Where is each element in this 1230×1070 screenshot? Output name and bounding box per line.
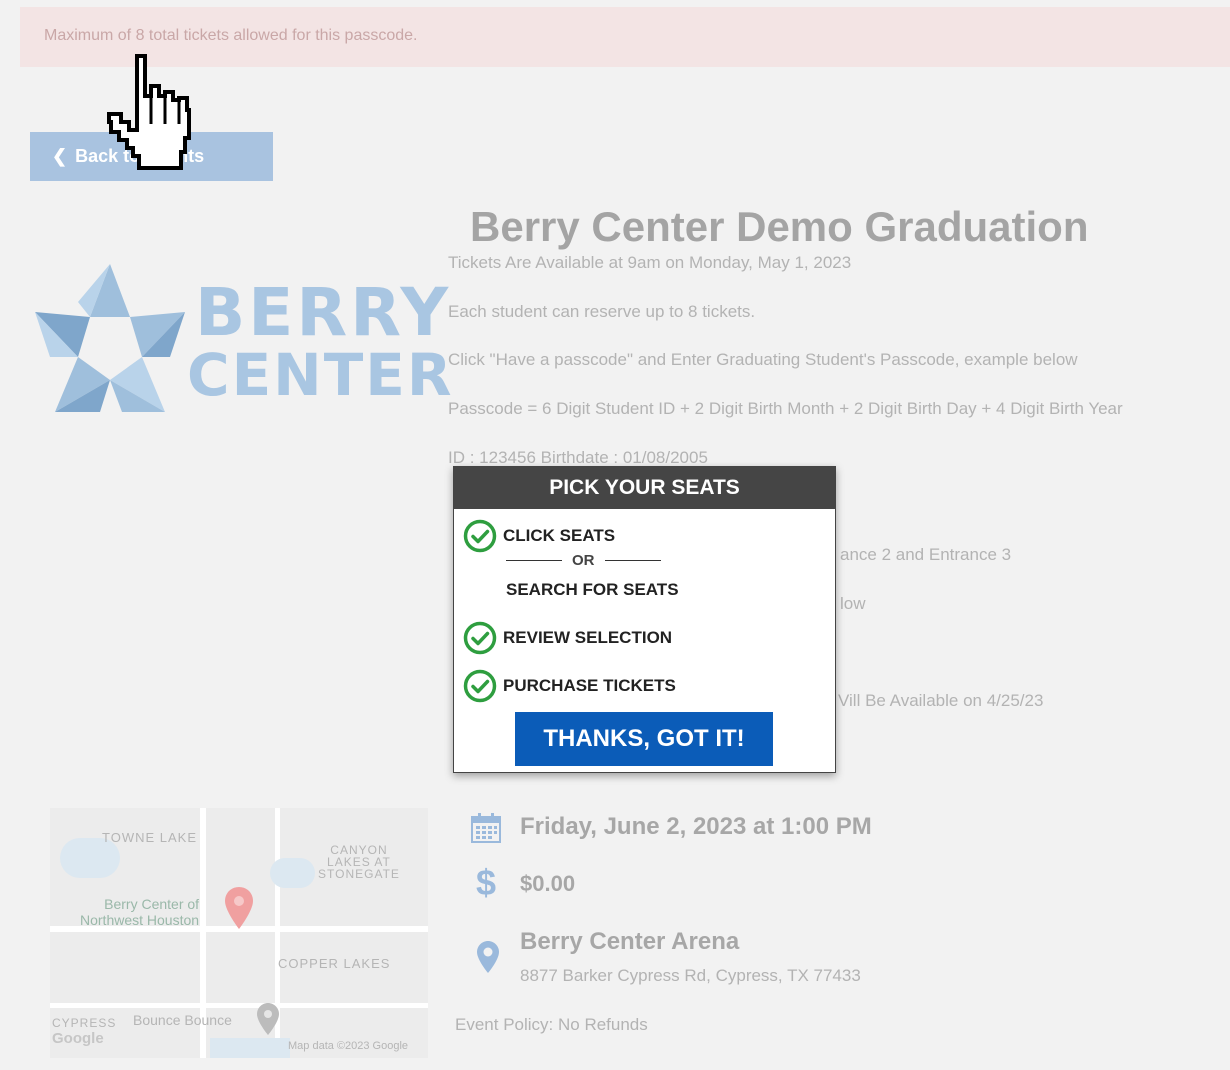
description-line-1: Tickets Are Available at 9am on Monday, … [448, 253, 852, 272]
step-label: PURCHASE TICKETS [503, 676, 676, 695]
or-divider: OR [506, 552, 661, 569]
logo-word-2: CENTER [187, 341, 454, 409]
map-label-line: Northwest Houston [80, 912, 200, 928]
step-label: REVIEW SELECTION [503, 628, 673, 647]
event-date: Friday, June 2, 2023 at 1:00 PM [520, 813, 872, 840]
or-label: OR [572, 552, 595, 569]
description-partial-2: low [840, 594, 866, 613]
venue-address: 8877 Barker Cypress Rd, Cypress, TX 7743… [520, 966, 861, 985]
google-logo: Google [52, 1030, 104, 1047]
divider-line [604, 560, 661, 561]
hand-cursor-icon [107, 54, 191, 170]
location-pin-icon [477, 941, 499, 973]
description-line-4: Passcode = 6 Digit Student ID + 2 Digit … [448, 399, 1123, 418]
alert-text: Maximum of 8 total tickets allowed for t… [44, 27, 418, 44]
step-review-selection: REVIEW SELECTION [463, 621, 672, 655]
event-price: $0.00 [520, 871, 576, 896]
check-circle-icon [463, 621, 497, 655]
divider-line [506, 560, 562, 561]
dollar-icon: $ [476, 862, 497, 903]
map-label-line: Berry Center of [104, 896, 200, 912]
description-partial-1: ance 2 and Entrance 3 [840, 545, 1012, 564]
star-logo-icon [35, 264, 185, 412]
calendar-icon [471, 813, 501, 843]
step-label: CLICK SEATS [503, 526, 616, 545]
venue-name: Berry Center Arena [520, 928, 740, 955]
map-water [210, 1038, 290, 1058]
map-label: TOWNE LAKE [102, 830, 198, 845]
check-circle-icon [463, 669, 497, 703]
berry-center-logo: BERRY CENTER [30, 262, 452, 417]
description-line-3: Click "Have a passcode" and Enter Gradua… [448, 350, 1078, 369]
description-line-2: Each student can reserve up to 8 tickets… [448, 302, 756, 321]
map-label-line: STONEGATE [318, 867, 400, 881]
map-pin-icon [225, 887, 253, 929]
logo-wordmark: BERRY CENTER [187, 274, 454, 407]
map-road [50, 1003, 428, 1008]
step-search-seats: SEARCH FOR SEATS [506, 580, 679, 599]
map-label: COPPER LAKES [278, 956, 391, 971]
thanks-got-it-button[interactable]: THANKS, GOT IT! [515, 712, 773, 766]
event-title: Berry Center Demo Graduation [470, 203, 1089, 250]
check-circle-icon [463, 519, 497, 553]
step-purchase-tickets: PURCHASE TICKETS [463, 669, 676, 703]
map-place-pin-icon [257, 1003, 279, 1035]
pick-seats-dialog: PICK YOUR SEATS CLICK SEATS OR SEARCH FO… [453, 466, 836, 773]
map-water [270, 858, 315, 888]
map-label: CANYON LAKES AT STONEGATE [318, 844, 400, 880]
step-click-seats: CLICK SEATS [463, 519, 615, 553]
event-policy: Event Policy: No Refunds [455, 1015, 648, 1034]
description-partial-3: Vill Be Available on 4/25/23 [838, 691, 1044, 710]
logo-word-1: BERRY [195, 274, 452, 351]
chevron-left-icon: ❮ [52, 146, 68, 166]
map-label: CYPRESS [52, 1016, 117, 1030]
map-attribution: Map data ©2023 Google [288, 1040, 409, 1052]
description-line-5: ID : 123456 Birthdate : 01/08/2005 [448, 448, 708, 467]
venue-map[interactable]: TOWNE LAKE CANYON LAKES AT STONEGATE Ber… [50, 808, 428, 1058]
map-label: Bounce Bounce [133, 1012, 232, 1028]
map-label: Berry Center of Northwest Houston [80, 896, 199, 928]
dialog-title: PICK YOUR SEATS [454, 467, 835, 509]
